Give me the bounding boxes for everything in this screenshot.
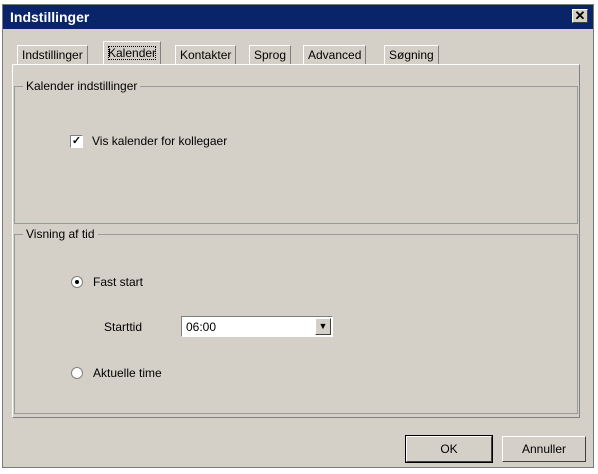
calendar-settings-group: Kalender indstillinger xyxy=(14,79,578,224)
radio-selected-dot xyxy=(75,280,79,284)
tab-sprog[interactable]: Sprog xyxy=(249,45,292,65)
window-title: Indstillinger xyxy=(10,9,90,25)
start-time-dropdown[interactable]: 06:00 ▼ xyxy=(181,316,333,337)
checkmark-icon: ✓ xyxy=(71,135,82,147)
time-display-title: Visning af tid xyxy=(23,227,98,241)
fixed-start-label: Fast start xyxy=(93,275,144,289)
tab-kontakter[interactable]: Kontakter xyxy=(175,45,237,65)
chevron-down-icon[interactable]: ▼ xyxy=(315,318,331,335)
close-icon: ✕ xyxy=(574,8,586,23)
start-time-value: 06:00 xyxy=(186,320,217,334)
close-button[interactable]: ✕ xyxy=(572,9,588,23)
show-colleagues-checkbox[interactable]: ✓ xyxy=(70,135,83,148)
ok-button[interactable]: OK xyxy=(405,435,493,463)
current-hour-label: Aktuelle time xyxy=(93,366,162,380)
cancel-button[interactable]: Annuller xyxy=(502,436,586,462)
tab-indstillinger[interactable]: Indstillinger xyxy=(17,45,88,65)
tab-advanced[interactable]: Advanced xyxy=(303,45,367,65)
fixed-start-radio[interactable] xyxy=(71,276,83,288)
tab-soegning[interactable]: Søgning xyxy=(384,45,439,65)
calendar-settings-title: Kalender indstillinger xyxy=(23,79,141,93)
show-colleagues-label: Vis kalender for kollegaer xyxy=(92,134,228,148)
current-hour-radio[interactable] xyxy=(71,367,83,379)
tab-kalender[interactable]: Kalender xyxy=(103,41,162,65)
start-time-label: Starttid xyxy=(104,320,143,334)
title-bar: Indstillinger ✕ xyxy=(3,5,593,29)
